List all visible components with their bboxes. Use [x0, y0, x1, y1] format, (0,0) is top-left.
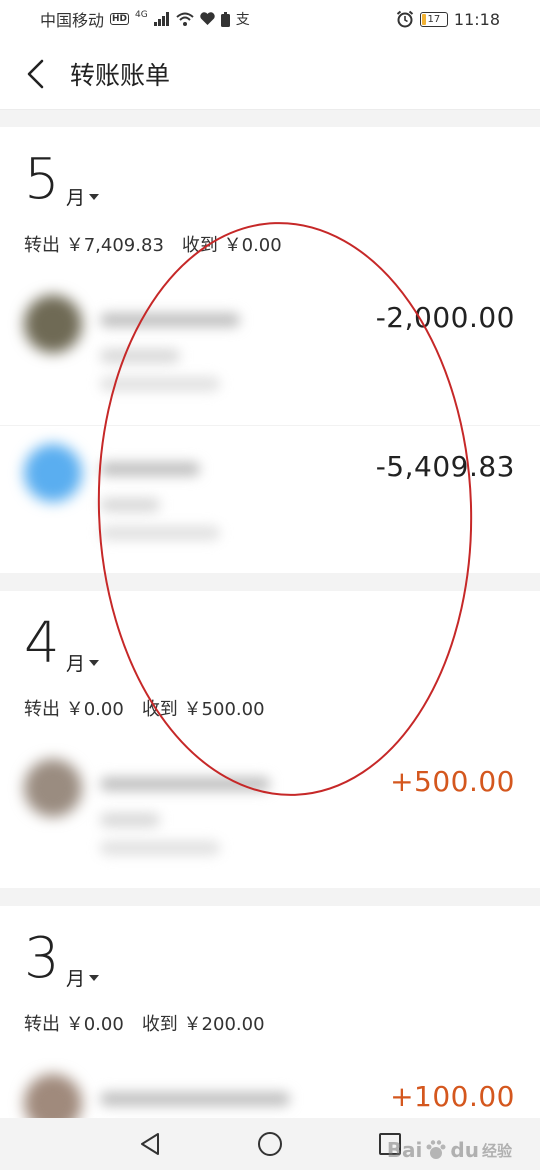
nav-recents-button[interactable] [370, 1124, 410, 1164]
in-label: 收到 [141, 699, 178, 720]
network-type: 4G [135, 10, 148, 20]
month-label: 月 [66, 968, 86, 990]
month-header: 4 月 转出 ￥0.00 收到 ￥500.00 [0, 591, 540, 741]
month-header: 5 月 转出 ￥7,409.83 收到 ￥0.00 [0, 127, 540, 277]
small-battery-icon [220, 11, 230, 27]
month-header: 3 月 转出 ￥0.00 收到 ￥200.00 [0, 906, 540, 1056]
month-section-march: 3 月 转出 ￥0.00 收到 ￥200.00 +100.00 [0, 906, 540, 1118]
in-value: ￥200.00 [183, 1014, 265, 1035]
avatar [24, 295, 82, 353]
transaction-amount: +100.00 [390, 1080, 515, 1113]
month-label: 月 [66, 187, 86, 209]
in-label: 收到 [181, 235, 218, 256]
battery-percent: 17 [427, 13, 441, 25]
triangle-back-icon [141, 1133, 159, 1155]
hd-icon: HD [110, 13, 130, 25]
in-value: ￥500.00 [183, 699, 265, 720]
signal-icon [153, 12, 169, 26]
avatar [24, 759, 82, 817]
month-selector[interactable]: 月 [66, 649, 100, 676]
out-label: 转出 [24, 699, 60, 720]
blurred-detail [100, 349, 180, 363]
transaction-item[interactable]: +100.00 [0, 1056, 540, 1118]
transaction-item[interactable]: +500.00 [0, 741, 540, 889]
battery-level [421, 13, 426, 25]
out-value: ￥0.00 [65, 699, 124, 720]
system-nav-bar [0, 1118, 540, 1170]
wifi-icon [176, 12, 194, 26]
month-number: 3 [24, 926, 60, 991]
caret-down-icon [89, 659, 100, 666]
transaction-item[interactable]: -5,409.83 [0, 425, 540, 573]
transaction-item[interactable]: -2,000.00 [0, 277, 540, 425]
caret-down-icon [89, 974, 100, 981]
month-number: 5 [24, 147, 60, 212]
out-label: 转出 [24, 1014, 60, 1035]
in-label: 收到 [141, 1014, 178, 1035]
transaction-amount: -2,000.00 [375, 301, 515, 334]
blurred-name [100, 462, 200, 476]
month-number: 4 [24, 611, 60, 676]
transaction-amount: +500.00 [390, 765, 515, 798]
blurred-date [100, 841, 220, 855]
out-label: 转出 [24, 235, 60, 256]
out-value: ￥0.00 [65, 1014, 124, 1035]
month-summary: 转出 ￥7,409.83 收到 ￥0.00 [24, 231, 282, 257]
caret-down-icon [89, 193, 100, 200]
blurred-detail [100, 498, 160, 512]
blurred-name [100, 313, 240, 327]
square-recents-icon [379, 1133, 401, 1155]
nav-back-button[interactable] [130, 1124, 170, 1164]
blurred-date [100, 526, 220, 540]
month-summary: 转出 ￥0.00 收到 ￥500.00 [24, 695, 265, 721]
heart-icon [200, 12, 215, 25]
clock: 11:18 [453, 9, 500, 29]
out-value: ￥7,409.83 [65, 235, 164, 256]
alipay-glyph: 支 [235, 12, 250, 28]
month-section-may: 5 月 转出 ￥7,409.83 收到 ￥0.00 -2,000.00 -5,4… [0, 127, 540, 573]
circle-home-icon [258, 1132, 282, 1156]
month-label: 月 [66, 653, 86, 675]
alarm-icon [396, 10, 414, 28]
chevron-left-icon [27, 59, 44, 88]
page-title: 转账账单 [70, 60, 171, 90]
transaction-amount: -5,409.83 [375, 450, 515, 483]
month-summary: 转出 ￥0.00 收到 ￥200.00 [24, 1010, 265, 1036]
avatar [24, 1074, 82, 1118]
status-bar: 中国移动 HD 4G 支 17 11:18 [0, 0, 540, 38]
month-section-april: 4 月 转出 ￥0.00 收到 ￥500.00 +500.00 [0, 591, 540, 888]
avatar [24, 444, 82, 502]
app-bar: 转账账单 [0, 38, 540, 110]
blurred-detail [100, 813, 160, 827]
month-selector[interactable]: 月 [66, 183, 100, 210]
month-selector[interactable]: 月 [66, 964, 100, 991]
in-value: ￥0.00 [223, 235, 282, 256]
nav-home-button[interactable] [250, 1124, 290, 1164]
blurred-date [100, 377, 220, 391]
back-button[interactable] [0, 38, 70, 110]
carrier-label: 中国移动 [40, 11, 105, 30]
blurred-name [100, 1092, 290, 1106]
blurred-name [100, 777, 270, 791]
battery-icon: 17 [419, 11, 448, 27]
